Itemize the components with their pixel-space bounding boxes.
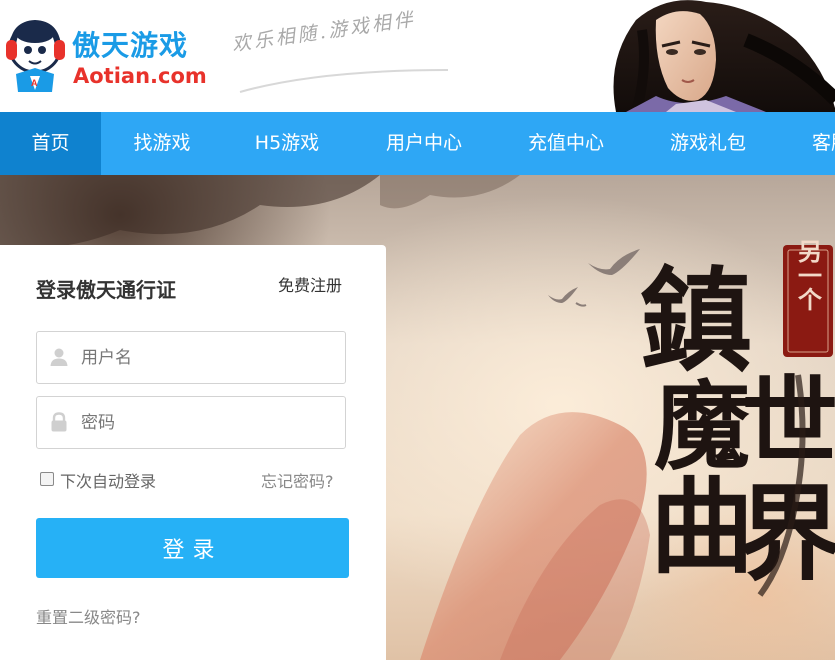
slogan-swoosh-decoration bbox=[239, 69, 449, 93]
forgot-password-link[interactable]: 忘记密码? bbox=[261, 468, 334, 492]
remember-me-checkbox[interactable] bbox=[40, 472, 54, 486]
nav-item-recharge-center[interactable]: 充值中心 bbox=[508, 112, 624, 175]
logo-name-cn: 傲天游戏 bbox=[72, 29, 189, 62]
register-link[interactable]: 免费注册 bbox=[278, 272, 342, 296]
nav-item-find-games[interactable]: 找游戏 bbox=[112, 112, 212, 175]
user-icon bbox=[50, 348, 68, 366]
password-field[interactable] bbox=[36, 396, 346, 449]
slogan: 欢乐相随.游戏相伴 bbox=[230, 8, 417, 56]
seal-text: 另一个 bbox=[794, 239, 823, 311]
logo-name-en: Aotian.com bbox=[73, 64, 207, 88]
hero-character-art bbox=[613, 0, 835, 112]
lock-icon bbox=[51, 412, 67, 432]
site-header: A 傲天游戏 Aotian.com 欢乐相随.游戏相伴 bbox=[0, 0, 835, 112]
remember-me-label: 下次自动登录 bbox=[60, 472, 157, 491]
password-input[interactable] bbox=[81, 397, 331, 448]
login-button[interactable]: 登录 bbox=[36, 518, 349, 578]
nav-item-home[interactable]: 首页 bbox=[0, 112, 101, 175]
nav-item-user-center[interactable]: 用户中心 bbox=[366, 112, 482, 175]
nav-item-h5-games[interactable]: H5游戏 bbox=[232, 112, 342, 175]
login-panel bbox=[0, 245, 386, 660]
username-input[interactable] bbox=[81, 332, 331, 383]
svg-text:A: A bbox=[31, 78, 38, 88]
login-title: 登录傲天通行证 bbox=[36, 278, 176, 302]
calligraphy-char-zhen: 鎮 bbox=[640, 256, 752, 387]
calligraphy-char-shi: 世 bbox=[742, 365, 835, 478]
main-nav: 首页 找游戏 H5游戏 用户中心 充值中心 游戏礼包 客服 bbox=[0, 112, 835, 175]
headphone-mascot-icon: A bbox=[6, 19, 65, 92]
reset-secondary-password-link[interactable]: 重置二级密码? bbox=[36, 604, 141, 628]
nav-item-game-gifts[interactable]: 游戏礼包 bbox=[650, 112, 766, 175]
username-field[interactable] bbox=[36, 331, 346, 384]
site-logo[interactable]: A 傲天游戏 Aotian.com bbox=[4, 18, 207, 94]
nav-item-customer-service[interactable]: 客服 bbox=[812, 112, 835, 175]
